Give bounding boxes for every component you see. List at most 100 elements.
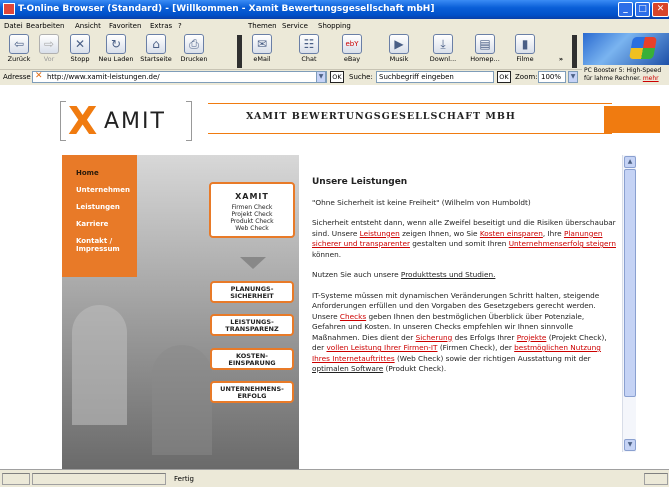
toolbar: ⇦ Zurück ⇨ Vor ✕ Stopp ↻ Neu Laden ⌂ Startsei… xyxy=(0,33,669,70)
menu-extras[interactable]: Extras xyxy=(150,19,172,33)
arch-shape xyxy=(152,345,212,455)
check-item: Produkt Check xyxy=(230,218,274,225)
link-produkttests[interactable]: Produkttests und Studien. xyxy=(401,270,495,279)
ad-text-1: PC Booster 5: High-Speed xyxy=(584,67,662,74)
link-software[interactable]: optimalen Software xyxy=(312,364,383,373)
unternehmenserfolg-button[interactable]: UNTERNEHMENS- ERFOLG xyxy=(210,381,294,403)
logo-text: AMIT xyxy=(104,109,166,134)
header-line-bottom xyxy=(208,133,612,134)
ebay-logo-icon: ebY xyxy=(342,34,362,54)
search-ok-button[interactable]: OK xyxy=(497,71,511,83)
status-cell-right xyxy=(644,473,668,485)
music-button[interactable]: ▶ Musik xyxy=(386,34,412,63)
home-icon: ⌂ xyxy=(146,34,166,54)
address-input[interactable]: ✕ http://www.xamit-leistungen.de/ xyxy=(32,71,327,83)
play-icon: ▶ xyxy=(389,34,409,54)
homepage-icon: ▤ xyxy=(475,34,495,54)
menu-themen[interactable]: Themen xyxy=(248,19,277,33)
address-dropdown-icon[interactable]: ▼ xyxy=(316,71,326,83)
ad-text-2: für lahme Rechner. mehr xyxy=(584,75,659,82)
xamit-check-box[interactable]: XAMIT Firmen Check Projekt Check Produkt… xyxy=(209,182,295,238)
header-line-top xyxy=(208,103,612,104)
zoom-dropdown-icon[interactable]: ▼ xyxy=(568,71,578,83)
zoom-label: Zoom: xyxy=(515,73,538,81)
menu-ansicht[interactable]: Ansicht xyxy=(75,19,101,33)
address-label: Adresse xyxy=(3,73,31,81)
forward-button[interactable]: ⇨ Vor xyxy=(36,34,62,63)
homepage-button[interactable]: ▤ Homep... xyxy=(468,34,502,63)
ad-more-link[interactable]: mehr xyxy=(643,75,659,82)
stop-button[interactable]: ✕ Stopp xyxy=(66,34,94,63)
link-firmen-it[interactable]: vollen Leistung Ihrer Firmen-IT xyxy=(326,343,437,352)
status-text: Fertig xyxy=(174,475,194,483)
address-bar: Adresse ✕ http://www.xamit-leistungen.de/… xyxy=(0,70,582,84)
menu-datei[interactable]: Datei xyxy=(4,19,23,33)
zoom-select[interactable]: 100% xyxy=(538,71,566,83)
scroll-up-icon[interactable]: ▲ xyxy=(624,156,636,168)
address-ok-button[interactable]: OK xyxy=(330,71,344,83)
film-button[interactable]: ▮ Filme xyxy=(510,34,540,63)
menu-shopping[interactable]: Shopping xyxy=(318,19,351,33)
nav-kontakt[interactable]: Kontakt / xyxy=(76,237,112,245)
ad-banner[interactable]: PC Booster 5: High-Speed für lahme Rechn… xyxy=(582,33,669,85)
reload-button[interactable]: ↻ Neu Laden xyxy=(96,34,136,63)
search-input[interactable]: Suchbegriff eingeben xyxy=(376,71,494,83)
nav-karriere[interactable]: Karriere xyxy=(76,220,108,228)
maximize-button[interactable]: □ xyxy=(635,2,650,17)
forward-arrow-icon: ⇨ xyxy=(39,34,59,54)
link-projekte[interactable]: Projekte xyxy=(517,333,547,342)
paragraph-checks: Unsere Checks geben Ihnen den bestmöglic… xyxy=(312,311,607,374)
menu-favoriten[interactable]: Favoriten xyxy=(109,19,141,33)
home-button[interactable]: ⌂ Startseite xyxy=(138,34,174,63)
paragraph-intro: Sicherheit entsteht dann, wenn alle Zwei… xyxy=(312,218,616,259)
leistungstransparenz-button[interactable]: LEISTUNGS- TRANSPARENZ xyxy=(210,314,294,336)
toolbar-separator-right[interactable] xyxy=(572,35,577,68)
menu-service[interactable]: Service xyxy=(282,19,308,33)
link-unternehmenserfolg[interactable]: Unternehmenserfolg steigern xyxy=(509,239,616,248)
chat-icon: ☷ xyxy=(299,34,319,54)
page-content: X AMIT XAMIT BEWERTUNGSGESELLSCHAFT MBH … xyxy=(0,85,669,469)
menu-bearbeiten[interactable]: Bearbeiten xyxy=(26,19,64,33)
download-button[interactable]: ⤓ Downl... xyxy=(426,34,460,63)
link-checks[interactable]: Checks xyxy=(340,312,366,321)
arch-shape xyxy=(72,305,127,425)
nav-impressum[interactable]: Impressum xyxy=(76,245,120,253)
planungssicherheit-button[interactable]: PLANUNGS- SICHERHEIT xyxy=(210,281,294,303)
paragraph-it: IT-Systeme müssen mit dynamischen Veränd… xyxy=(312,290,600,311)
kosteneinsparung-button[interactable]: KOSTEN- EINSPARUNG xyxy=(210,348,294,370)
windows-logo-icon xyxy=(629,37,657,59)
ad-image xyxy=(583,33,669,65)
nav-home[interactable]: Home xyxy=(76,169,99,177)
link-sicherung[interactable]: Sicherung xyxy=(416,333,453,342)
minimize-button[interactable]: _ xyxy=(618,2,633,17)
toolbar-separator[interactable] xyxy=(237,35,242,68)
nav-leistungen[interactable]: Leistungen xyxy=(76,203,120,211)
header-orange-block xyxy=(604,106,660,133)
scroll-thumb[interactable] xyxy=(624,169,636,397)
paragraph-products: Nutzen Sie auch unsere Produkttests und … xyxy=(312,270,496,279)
header-title: XAMIT BEWERTUNGSGESELLSCHAFT MBH xyxy=(246,111,516,122)
quote: "Ohne Sicherheit ist keine Freiheit" (Wi… xyxy=(312,197,531,207)
window-title: T-Online Browser (Standard) - [Willkomme… xyxy=(18,4,435,14)
reload-icon: ↻ xyxy=(106,34,126,54)
toolbar-more-button[interactable]: » xyxy=(556,55,566,63)
link-leistungen[interactable]: Leistungen xyxy=(360,229,400,238)
status-text-cell: Fertig xyxy=(168,473,642,485)
check-item: Web Check xyxy=(235,225,269,232)
print-button[interactable]: ⎙ Drucken xyxy=(176,34,212,63)
menu-help[interactable]: ? xyxy=(178,19,182,33)
chat-button[interactable]: ☷ Chat xyxy=(296,34,322,63)
main-text: Unsere Leistungen "Ohne Sicherheit ist k… xyxy=(312,177,620,385)
xamit-logo[interactable]: X AMIT xyxy=(60,101,192,141)
status-bar: Fertig xyxy=(0,469,669,487)
nav-unternehmen[interactable]: Unternehmen xyxy=(76,186,130,194)
back-button[interactable]: ⇦ Zurück xyxy=(4,34,34,63)
scroll-down-icon[interactable]: ▼ xyxy=(624,439,636,451)
envelope-icon: ✉ xyxy=(252,34,272,54)
ebay-button[interactable]: ebY eBay xyxy=(339,34,365,63)
email-button[interactable]: ✉ eMail xyxy=(249,34,275,63)
browser-window: T-Online Browser (Standard) - [Willkomme… xyxy=(0,0,669,487)
close-button[interactable]: ✕ xyxy=(652,2,669,17)
link-kosten-einsparen[interactable]: Kosten einsparen xyxy=(480,229,543,238)
content-scrollbar[interactable]: ▲ ▼ xyxy=(622,155,636,452)
